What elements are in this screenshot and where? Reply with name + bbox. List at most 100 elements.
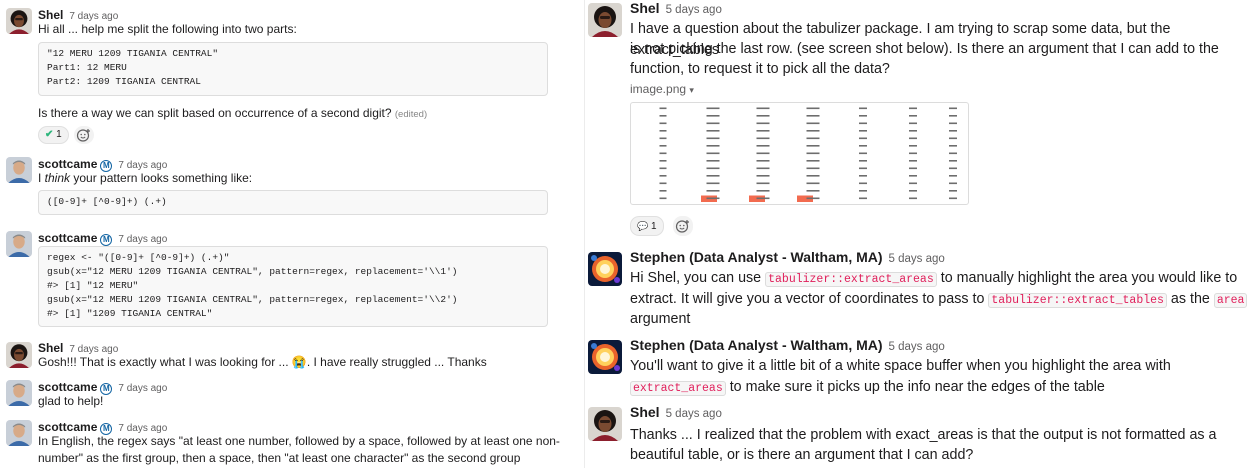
file-name-toggle[interactable]: image.png ▾ [630,82,694,96]
table-cell-glyph [706,107,720,110]
code-block: ([0-9]+ [^0-9]+) (.+) [38,190,548,215]
author-name[interactable]: Shel [630,0,660,16]
message-text: I think your pattern looks something lik… [38,170,252,187]
code-block: "12 MERU 1209 TIGANIA CENTRAL" Part1: 12… [38,42,548,96]
table-cell-glyph [659,197,667,200]
message-text-line: number" as the first group, then a space… [38,451,521,465]
add-reaction-button[interactable] [74,126,94,144]
code-line: ([0-9]+ [^0-9]+) (.+) [47,196,167,207]
message-text-line: argument [630,311,691,327]
table-cell-glyph [806,115,820,117]
table-cell-glyph [909,137,917,140]
text-fragment: . I have really struggled ... Thanks [306,355,487,369]
table-cell-glyph [859,175,867,177]
table-cell-glyph [659,152,667,155]
avatar[interactable] [6,380,32,406]
table-cell-glyph [706,160,720,162]
thread-right: Shel 5 days ago I have a question about t… [585,0,1260,468]
add-reaction-button[interactable] [673,216,693,236]
table-cell-glyph [909,160,917,162]
author-name[interactable]: Shel [38,341,63,355]
message-text-line: is not picking the last row. (see screen… [630,41,1219,57]
table-cell-glyph [909,145,917,147]
message-text-line: In English, the regex says "at least one… [38,434,560,448]
table-cell-glyph [909,175,917,177]
text-fragment: to make sure it picks up the info near t… [725,379,1105,395]
text-fragment: extract. It will give you a vector of co… [630,291,989,307]
timestamp[interactable]: 5 days ago [889,341,945,353]
table-cell-glyph [756,182,770,185]
table-cell-glyph [859,115,867,117]
table-cell-glyph [909,197,917,200]
reaction-thread[interactable]: 💬 1 [630,216,664,236]
chevron-down-icon: ▾ [689,85,694,95]
table-cell-glyph [756,122,770,125]
table-cell-glyph [806,152,820,155]
table-cell-glyph [706,175,720,177]
table-cell-glyph [659,130,667,132]
table-cell-glyph [706,167,720,170]
avatar[interactable] [588,407,622,441]
reaction-count: 1 [56,129,62,140]
table-cell-glyph [706,122,720,125]
text-fragment: to manually highlight the area you would… [936,270,1238,286]
crying-face-emoji-icon: 😭 [291,355,307,369]
image-attachment[interactable] [630,102,969,205]
author-name[interactable]: Shel [38,8,63,22]
timestamp[interactable]: 7 days ago [118,383,167,394]
text-fragment: I [38,171,45,185]
table-cell-glyph [806,190,820,192]
table-cell-glyph [659,175,667,177]
author-name[interactable]: Shel [630,404,660,420]
timestamp[interactable]: 5 days ago [889,253,945,265]
text-fragment: your pattern looks something like: [70,171,253,185]
table-cell-glyph [706,152,720,155]
table-cell-glyph [909,107,917,110]
avatar[interactable] [6,420,32,446]
table-cell-glyph [806,160,820,162]
author-name[interactable]: scottcame [38,420,97,434]
table-cell-glyph [806,107,820,110]
table-cell-glyph [806,167,820,170]
table-cell-glyph [756,115,770,117]
table-cell-glyph [659,137,667,140]
author-name[interactable]: Stephen (Data Analyst - Waltham, MA) [630,337,883,353]
avatar[interactable] [6,8,32,34]
code-line: gsub(x="12 MERU 1209 TIGANIA CENTRAL", p… [47,294,458,305]
table-screenshot-thumbnail [659,107,957,202]
author-name[interactable]: scottcame [38,380,97,394]
table-cell-glyph [949,197,957,200]
avatar[interactable] [588,252,622,286]
table-cell-glyph [859,145,867,147]
message-text-line: Is there a way we can split based on occ… [38,106,392,120]
reaction-checkmark[interactable]: ✔ 1 [38,126,69,144]
table-cell-glyph [806,122,820,125]
timestamp[interactable]: 7 days ago [118,234,167,245]
table-cell-glyph [859,137,867,140]
table-cell-glyph [756,167,770,170]
table-cell-glyph [949,145,957,147]
timestamp[interactable]: 5 days ago [666,408,722,420]
avatar[interactable] [588,340,622,374]
table-cell-glyph [909,167,917,170]
table-cell-glyph [756,107,770,110]
avatar[interactable] [6,157,32,183]
text-fragment: Gosh!!! That is exactly what I was looki… [38,355,292,369]
avatar[interactable] [6,231,32,257]
timestamp[interactable]: 5 days ago [666,4,722,16]
table-cell-glyph [949,107,957,110]
add-emoji-icon [675,220,689,233]
table-cell-glyph [949,137,957,140]
author-name[interactable]: scottcame [38,231,97,245]
avatar[interactable] [6,342,32,368]
table-cell-glyph [706,197,720,200]
checkmark-icon: ✔ [45,129,54,140]
table-cell-glyph [859,152,867,155]
table-cell-glyph [859,182,867,185]
avatar[interactable] [588,3,622,37]
author-name[interactable]: Stephen (Data Analyst - Waltham, MA) [630,249,883,265]
message-text: Gosh!!! That is exactly what I was looki… [38,354,487,371]
author-name[interactable]: scottcame [38,157,97,171]
table-cell-glyph [859,130,867,132]
message-text: Hi all ... help me split the following i… [38,22,297,36]
